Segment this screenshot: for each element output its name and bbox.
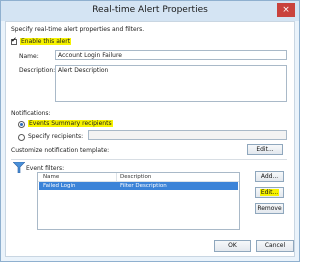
description-field-value: Alert Description: [58, 67, 109, 74]
divider: [11, 159, 287, 160]
column-name-header[interactable]: Name: [43, 174, 59, 180]
name-field-value: Account Login Failure: [58, 52, 122, 59]
edit-filter-button-label: Edit...: [259, 189, 280, 196]
cancel-button[interactable]: Cancel: [256, 240, 294, 252]
description-field[interactable]: Alert Description: [55, 65, 287, 102]
list-header: Name Description: [38, 173, 239, 182]
edit-filter-button[interactable]: Edit...: [255, 187, 284, 198]
row-description: Filter Description: [120, 183, 167, 189]
event-filters-list[interactable]: Name Description Failed Login Filter Des…: [37, 172, 240, 230]
description-label: Description:: [19, 67, 56, 74]
row-name: Failed Login: [43, 183, 76, 189]
notifications-label: Notifications:: [11, 110, 51, 117]
remove-filter-button-label: Remove: [257, 205, 282, 212]
remove-filter-button[interactable]: Remove: [255, 203, 284, 214]
event-filters-label: Event filters:: [26, 165, 65, 172]
table-row[interactable]: Failed Login Filter Description: [39, 182, 238, 190]
dialog-window: Real-time Alert Properties × Specify rea…: [0, 0, 300, 262]
column-description-header[interactable]: Description: [120, 174, 151, 180]
radio-specify-recipients[interactable]: [18, 134, 25, 141]
add-filter-button[interactable]: Add...: [255, 171, 284, 182]
radio-specify-recipients-label: Specify recipients:: [28, 133, 84, 140]
cancel-button-label: Cancel: [264, 242, 286, 249]
dialog-client-area: Specify real-time alert properties and f…: [5, 21, 295, 257]
enable-alert-label: Enable this alert: [20, 38, 72, 45]
name-field[interactable]: Account Login Failure: [55, 50, 287, 60]
name-label: Name:: [19, 53, 39, 60]
radio-events-summary-label: Events Summary recipients: [28, 120, 113, 127]
title-bar: Real-time Alert Properties ×: [1, 1, 299, 21]
close-button[interactable]: ×: [277, 3, 295, 17]
ok-button[interactable]: OK: [214, 240, 251, 252]
edit-template-button[interactable]: Edit...: [247, 144, 283, 155]
close-icon: ×: [282, 5, 290, 15]
funnel-icon: [13, 162, 25, 173]
radio-events-summary[interactable]: [18, 121, 25, 128]
column-separator: [116, 173, 117, 181]
template-label: Customize notification template:: [11, 147, 110, 154]
enable-alert-checkbox[interactable]: [11, 36, 17, 45]
intro-text: Specify real-time alert properties and f…: [11, 26, 145, 33]
edit-template-button-label: Edit...: [256, 146, 274, 153]
specify-recipients-field[interactable]: [88, 130, 287, 140]
ok-button-label: OK: [228, 242, 237, 249]
add-filter-button-label: Add...: [260, 173, 279, 180]
window-title: Real-time Alert Properties: [92, 5, 208, 15]
